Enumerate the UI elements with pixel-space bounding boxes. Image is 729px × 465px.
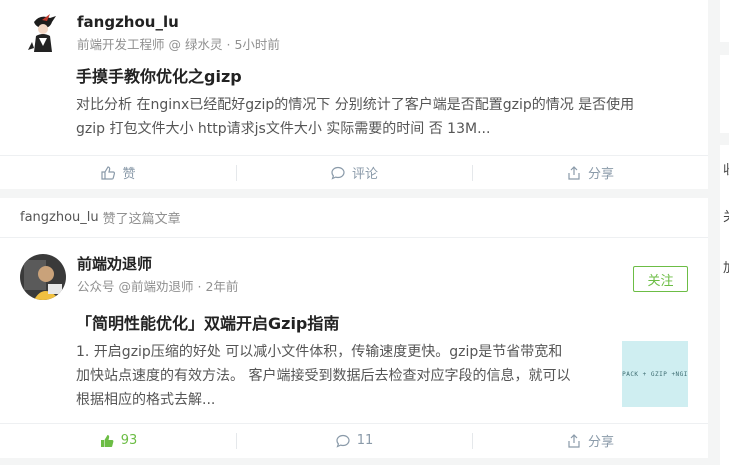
post-time: 2年前 (205, 279, 239, 294)
share-icon (568, 433, 580, 448)
summary-line: gzip 打包文件大小 http请求js文件大小 实际需要的时间 否 13M..… (76, 121, 491, 137)
separator-dot: · (197, 279, 202, 294)
share-icon (568, 165, 580, 180)
sidebar-item-label[interactable]: 加 (723, 257, 729, 276)
author-subline: 前端开发工程师 @ 绿水灵 · 5小时前 (77, 36, 280, 54)
author-meta: fangzhou_lu 前端开发工程师 @ 绿水灵 · 5小时前 (77, 12, 280, 54)
share-button[interactable]: 分享 (472, 424, 708, 457)
share-button[interactable]: 分享 (472, 156, 708, 189)
thumbs-up-icon (101, 165, 116, 180)
action-bar: 赞 评论 分享 (0, 155, 708, 189)
article-thumbnail[interactable]: PACK + GZIP +NGI (622, 341, 688, 407)
summary-line: 对比分析 在nginx已经配好gzip的情况下 分别统计了客户端是否配置gzip… (76, 97, 635, 113)
share-label: 分享 (587, 167, 614, 182)
post-time: 5小时前 (234, 37, 280, 52)
author-subline: 公众号 @前端劝退师 · 2年前 (77, 278, 238, 296)
author-role: 公众号 @前端劝退师 (77, 279, 194, 294)
sidebar-card (720, 0, 729, 42)
like-count: 93 (120, 433, 138, 448)
thumbs-up-icon (100, 434, 114, 447)
article-title[interactable]: 手摸手教你优化之gizp (76, 66, 242, 88)
comment-button[interactable]: 11 (236, 424, 472, 457)
thumbnail-text: PACK + GZIP +NGI (622, 370, 688, 378)
sidebar-card: 收 关 加 (720, 145, 729, 465)
sidebar-item-label[interactable]: 关 (723, 206, 729, 225)
follow-button[interactable]: 关注 (633, 266, 688, 292)
share-label: 分享 (587, 435, 614, 450)
comment-icon (331, 166, 345, 180)
article-card[interactable]: fangzhou_lu 前端开发工程师 @ 绿水灵 · 5小时前 手摸手教你优化之g… (0, 0, 708, 189)
activity-card: fangzhou_lu 赞了这篇文章 前端劝退师 公众号 @前端劝退师 · 2年前 (0, 198, 708, 458)
like-label: 赞 (122, 167, 136, 182)
summary-line: 1. 开启gzip压缩的好处 可以减小文件体积，传输速度更快。gzip是节省带宽… (76, 344, 563, 360)
comment-label: 评论 (351, 167, 378, 182)
comment-button[interactable]: 评论 (236, 156, 472, 189)
sidebar-item-label[interactable]: 收 (723, 159, 729, 178)
avatar[interactable] (20, 12, 66, 58)
like-button[interactable]: 93 (0, 424, 236, 457)
summary-line: 根据相应的格式去解... (76, 392, 216, 408)
sidebar-card (720, 55, 729, 133)
article-title[interactable]: 「简明性能优化」双端开启Gzip指南 (76, 313, 339, 335)
author-header: 前端劝退师 公众号 @前端劝退师 · 2年前 (20, 254, 238, 300)
author-role: 前端开发工程师 @ 绿水灵 (77, 37, 223, 52)
activity-user[interactable]: fangzhou_lu (20, 210, 99, 225)
article-summary[interactable]: 对比分析 在nginx已经配好gzip的情况下 分别统计了客户端是否配置gzip… (76, 93, 634, 141)
article-summary[interactable]: 1. 开启gzip压缩的好处 可以减小文件体积，传输速度更快。gzip是节省带宽… (76, 340, 596, 412)
author-name[interactable]: 前端劝退师 (77, 254, 238, 274)
comment-icon (336, 434, 350, 448)
comment-count: 11 (356, 433, 374, 448)
action-bar: 93 11 分享 (0, 423, 708, 457)
author-header: fangzhou_lu 前端开发工程师 @ 绿水灵 · 5小时前 (20, 12, 280, 58)
avatar[interactable] (20, 254, 66, 300)
author-name[interactable]: fangzhou_lu (77, 12, 280, 32)
separator-dot: · (226, 37, 231, 52)
right-sidebar: 收 关 加 (720, 0, 729, 465)
author-meta: 前端劝退师 公众号 @前端劝退师 · 2年前 (77, 254, 238, 296)
like-button[interactable]: 赞 (0, 156, 236, 189)
summary-line: 加快站点速度的有效方法。 客户端接受到数据后去检查对应字段的信息，就可以 (76, 368, 571, 384)
activity-action: 赞了这篇文章 (102, 212, 181, 227)
activity-bar: fangzhou_lu 赞了这篇文章 (0, 198, 708, 238)
